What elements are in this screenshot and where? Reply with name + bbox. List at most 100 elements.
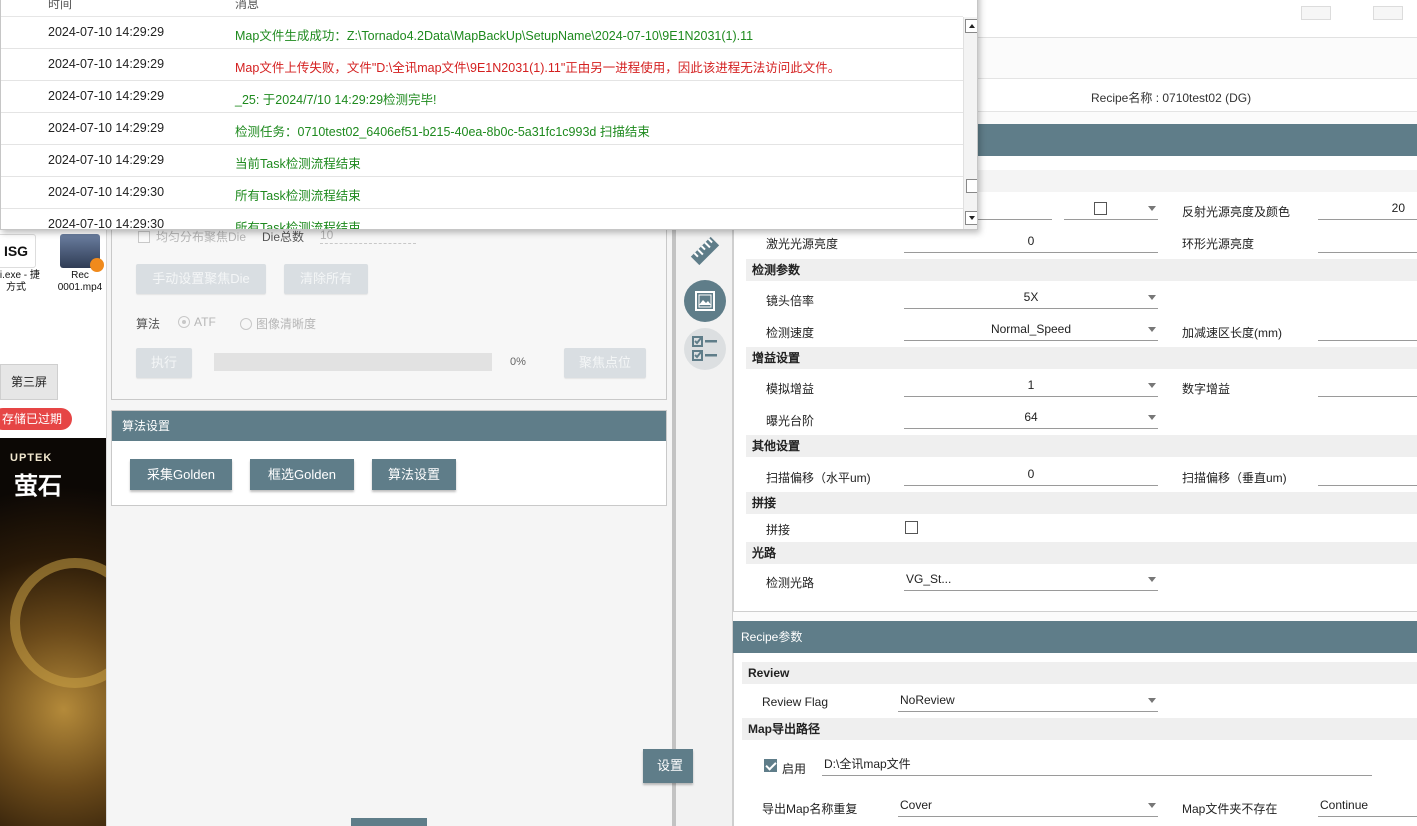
map-folder-missing-dropdown[interactable]: Continue <box>1318 795 1417 817</box>
analog-gain-dropdown[interactable]: 1 <box>904 375 1158 397</box>
log-row-message: _25: 于2024/7/10 14:29:29检测完毕! <box>235 93 437 107</box>
desktop-shortcut-icon[interactable]: ISG uli.exe - 捷方式 <box>0 234 42 304</box>
light-color-checkbox[interactable] <box>1094 202 1107 215</box>
stitch-checkbox[interactable] <box>905 521 918 534</box>
chevron-down-icon <box>1148 206 1156 211</box>
radio-image-clarity-label: 图像清晰度 <box>256 317 317 331</box>
scroll-up-arrow-icon[interactable] <box>965 19 977 33</box>
detect-speed-value: Normal_Speed <box>990 322 1072 336</box>
set-path-button[interactable]: 设置 <box>643 749 693 783</box>
detect-speed-dropdown[interactable]: Normal_Speed <box>904 319 1158 341</box>
execute-button[interactable]: 执行 <box>136 348 192 378</box>
chevron-down-icon <box>1148 577 1156 582</box>
ad-ring-decoration <box>10 558 106 688</box>
lens-magnification-dropdown[interactable]: 5X <box>904 287 1158 309</box>
optic-path-group: 光路 <box>746 542 1417 564</box>
recipe-params-body: Review Review Flag NoReview Map导出路径 启用 D… <box>733 653 1417 826</box>
reflect-light-input[interactable]: 20 <box>1318 198 1417 220</box>
video-file-label: Rec 0001.mp4 <box>57 270 103 293</box>
select-golden-button[interactable]: 框选Golden <box>250 459 354 490</box>
map-export-path-group: Map导出路径 <box>742 718 1417 740</box>
log-col-message: 消息 <box>235 0 260 11</box>
bottom-button-stub[interactable] <box>351 818 427 826</box>
detect-optic-path-dropdown[interactable]: VG_St... <box>904 569 1158 591</box>
map-path-input[interactable]: D:\全讯map文件 <box>822 754 1372 776</box>
window-maximize-button[interactable] <box>1373 6 1403 20</box>
advert-image[interactable]: UPTEK 萤石 <box>0 438 106 826</box>
light-color-dropdown[interactable] <box>1064 198 1158 220</box>
manual-focus-die-button[interactable]: 手动设置聚焦Die <box>136 264 266 294</box>
focus-progress-bar <box>214 353 492 371</box>
even-die-option[interactable]: 均匀分布聚焦Die <box>138 228 246 245</box>
duplicate-map-name-label: 导出Map名称重复 <box>762 802 858 816</box>
log-row[interactable]: 2024-07-10 14:29:30 所有Task检测流程结束 <box>1 177 963 209</box>
algorithm-settings-button[interactable]: 算法设置 <box>372 459 456 490</box>
log-row-message: Map文件生成成功：Z:\Tornado4.2Data\MapBackUp\Se… <box>235 29 754 43</box>
stitch-group: 拼接 <box>746 492 1417 514</box>
scan-offset-v-input[interactable] <box>1318 464 1417 486</box>
analog-gain-label: 模拟增益 <box>766 382 815 396</box>
checklist-tool-button[interactable] <box>684 328 726 370</box>
enable-map-export-checkbox[interactable] <box>764 759 777 772</box>
scan-offset-h-input[interactable]: 0 <box>904 464 1158 486</box>
radio-atf[interactable] <box>178 316 190 328</box>
log-row[interactable]: 2024-07-10 14:29:29 _25: 于2024/7/10 14:29… <box>1 81 963 113</box>
enable-label: 启用 <box>782 762 807 776</box>
digital-gain-input[interactable] <box>1318 375 1417 397</box>
scroll-down-arrow-icon[interactable] <box>965 211 977 225</box>
log-col-time: 时间 <box>48 0 73 11</box>
log-row[interactable]: 2024-07-10 14:29:29 Map文件上传失败，文件"D:\全讯map… <box>1 49 963 81</box>
accel-length-label: 加减速区长度(mm) <box>1182 326 1282 340</box>
exposure-step-dropdown[interactable]: 64 <box>904 407 1158 429</box>
radio-image-clarity-option[interactable]: 图像清晰度 <box>240 315 316 332</box>
chevron-down-icon <box>1148 415 1156 420</box>
collect-golden-button[interactable]: 采集Golden <box>130 459 232 490</box>
ad-brand-cn-text: 萤石 <box>14 473 62 500</box>
other-settings-group: 其他设置 <box>746 435 1417 457</box>
log-row[interactable]: 2024-07-10 14:29:29 当前Task检测流程结束 <box>1 145 963 177</box>
radio-atf-option[interactable]: ATF <box>178 315 216 329</box>
log-row-message: 所有Task检测流程结束 <box>235 221 361 230</box>
screen3-tab[interactable]: 第三屏 <box>0 364 58 400</box>
stitch-label: 拼接 <box>766 523 791 537</box>
review-flag-value: NoReview <box>900 693 955 707</box>
clear-all-button[interactable]: 清除所有 <box>284 264 368 294</box>
review-flag-dropdown[interactable]: NoReview <box>898 690 1158 712</box>
log-row[interactable]: 2024-07-10 14:29:29 检测任务：0710test02_6406e… <box>1 113 963 145</box>
radio-image-clarity[interactable] <box>240 318 252 330</box>
ring-light-input[interactable] <box>1318 231 1417 253</box>
chevron-down-icon <box>1148 327 1156 332</box>
exposure-step-value: 64 <box>1024 410 1038 424</box>
review-flag-label: Review Flag <box>762 695 829 709</box>
log-row-time: 2024-07-10 14:29:30 <box>48 185 165 199</box>
ruler-icon <box>690 236 720 266</box>
window-minimize-button[interactable] <box>1301 6 1331 20</box>
chevron-down-icon <box>1148 698 1156 703</box>
even-die-checkbox[interactable] <box>138 231 150 243</box>
die-total-input[interactable]: 10 <box>320 228 416 244</box>
image-tool-button[interactable] <box>684 280 726 322</box>
storage-expired-badge[interactable]: 存储已过期 <box>0 408 72 430</box>
scroll-thumb[interactable] <box>966 179 977 193</box>
algorithm-label: 算法 <box>136 317 161 331</box>
recipe-params-header: Recipe参数 <box>733 621 1417 653</box>
log-row-time: 2024-07-10 14:29:29 <box>48 57 165 71</box>
exposure-step-label: 曝光台阶 <box>766 414 815 428</box>
log-row-time: 2024-07-10 14:29:30 <box>48 217 165 230</box>
log-row[interactable]: 2024-07-10 14:29:30 所有Task检测流程结束 <box>1 209 963 230</box>
desktop-video-file-icon[interactable]: Rec 0001.mp4 <box>54 234 106 304</box>
log-row-time: 2024-07-10 14:29:29 <box>48 121 165 135</box>
duplicate-map-name-dropdown[interactable]: Cover <box>898 795 1158 817</box>
focus-point-button[interactable]: 聚焦点位 <box>564 348 646 378</box>
map-folder-missing-label: Map文件夹不存在 <box>1182 802 1278 816</box>
laser-light-input[interactable]: 0 <box>904 231 1158 253</box>
log-row[interactable]: 2024-07-10 14:29:29 Map文件生成成功：Z:\Tornado4… <box>1 17 963 49</box>
log-scrollbar[interactable] <box>963 17 977 229</box>
detect-speed-label: 检测速度 <box>766 326 815 340</box>
digital-gain-label: 数字增益 <box>1182 382 1231 396</box>
reflect-light-label: 反射光源亮度及颜色 <box>1182 205 1291 219</box>
log-row-message: 当前Task检测流程结束 <box>235 157 361 171</box>
scan-offset-h-label: 扫描偏移（水平um) <box>766 471 871 485</box>
ruler-tool-button[interactable] <box>684 230 726 272</box>
accel-length-input[interactable] <box>1318 319 1417 341</box>
